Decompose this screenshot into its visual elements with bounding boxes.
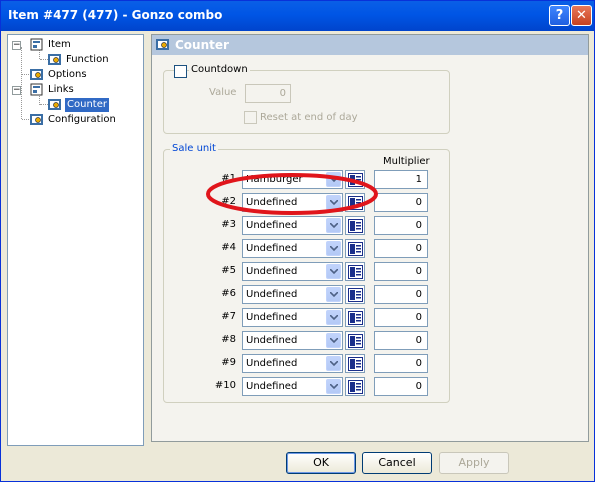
chevron-down-icon[interactable] bbox=[326, 356, 341, 371]
panel-body: Countdown Value 0 Reset at end of day Sa… bbox=[152, 55, 588, 441]
reset-checkbox[interactable] bbox=[244, 111, 257, 124]
sale-unit-number: #10 bbox=[214, 380, 236, 391]
list-icon[interactable] bbox=[345, 262, 365, 281]
settings-icon bbox=[156, 39, 169, 50]
navigation-tree: − Item Function Options − Links Counter … bbox=[7, 34, 144, 446]
sale-unit-number: #3 bbox=[221, 219, 236, 230]
sale-unit-value: Undefined bbox=[246, 381, 298, 392]
sale-unit-combo[interactable]: Undefined bbox=[242, 377, 343, 396]
sale-unit-row: #7 Undefined 0 bbox=[164, 308, 449, 328]
tree-label-configuration: Configuration bbox=[48, 114, 116, 125]
multiplier-field[interactable]: 0 bbox=[374, 239, 428, 258]
sale-unit-value: Undefined bbox=[246, 312, 298, 323]
multiplier-field[interactable]: 0 bbox=[374, 285, 428, 304]
sale-unit-value: Undefined bbox=[246, 289, 298, 300]
multiplier-field[interactable]: 0 bbox=[374, 216, 428, 235]
sale-unit-row: #3 Undefined 0 bbox=[164, 216, 449, 236]
close-button[interactable]: ✕ bbox=[571, 5, 592, 26]
chevron-down-icon[interactable] bbox=[326, 333, 341, 348]
panel-header: Counter bbox=[152, 35, 588, 55]
settings-icon bbox=[30, 114, 43, 125]
value-label: Value bbox=[209, 87, 237, 98]
settings-icon bbox=[48, 99, 61, 110]
title-bar[interactable]: Item #477 (477) - Gonzo combo ? ✕ bbox=[1, 1, 594, 31]
multiplier-field[interactable]: 0 bbox=[374, 377, 428, 396]
sale-unit-row: #10 Undefined 0 bbox=[164, 377, 449, 397]
sale-unit-value: Undefined bbox=[246, 358, 298, 369]
sale-unit-row: #6 Undefined 0 bbox=[164, 285, 449, 305]
list-icon[interactable] bbox=[345, 239, 365, 258]
settings-icon bbox=[48, 54, 61, 65]
dialog-window: Item #477 (477) - Gonzo combo ? ✕ − Item… bbox=[0, 0, 595, 482]
sale-unit-label: Sale unit bbox=[170, 143, 218, 154]
sale-unit-combo[interactable]: Undefined bbox=[242, 354, 343, 373]
window-title: Item #477 (477) - Gonzo combo bbox=[8, 8, 223, 22]
panel-title: Counter bbox=[175, 38, 229, 52]
sale-unit-value: Undefined bbox=[246, 335, 298, 346]
multiplier-field[interactable]: 0 bbox=[374, 262, 428, 281]
tree-label-function: Function bbox=[66, 54, 109, 65]
multiplier-header: Multiplier bbox=[383, 156, 430, 167]
settings-icon bbox=[30, 69, 43, 80]
item-icon bbox=[30, 38, 43, 51]
countdown-group: Countdown Value 0 Reset at end of day bbox=[163, 64, 450, 134]
sale-unit-combo[interactable]: Undefined bbox=[242, 331, 343, 350]
chevron-down-icon[interactable] bbox=[326, 264, 341, 279]
chevron-down-icon[interactable] bbox=[326, 379, 341, 394]
collapse-icon[interactable]: − bbox=[12, 41, 21, 50]
tree-label-links: Links bbox=[48, 84, 74, 95]
multiplier-field[interactable]: 0 bbox=[374, 308, 428, 327]
counter-panel: Counter Countdown Value 0 Reset at end o… bbox=[151, 34, 589, 442]
list-icon[interactable] bbox=[345, 354, 365, 373]
multiplier-field[interactable]: 0 bbox=[374, 331, 428, 350]
tree-label-counter: Counter bbox=[65, 98, 109, 112]
ok-button[interactable]: OK bbox=[286, 452, 356, 474]
countdown-label: Countdown bbox=[189, 64, 250, 75]
sale-unit-row: #5 Undefined 0 bbox=[164, 262, 449, 282]
chevron-down-icon[interactable] bbox=[326, 241, 341, 256]
tree-label-item: Item bbox=[48, 39, 71, 50]
list-icon[interactable] bbox=[345, 308, 365, 327]
chevron-down-icon[interactable] bbox=[326, 287, 341, 302]
sale-unit-row: #8 Undefined 0 bbox=[164, 331, 449, 351]
sale-unit-number: #6 bbox=[221, 288, 236, 299]
sale-unit-number: #8 bbox=[221, 334, 236, 345]
sale-unit-value: Undefined bbox=[246, 243, 298, 254]
chevron-down-icon[interactable] bbox=[326, 218, 341, 233]
sale-unit-combo[interactable]: Undefined bbox=[242, 239, 343, 258]
sale-unit-number: #5 bbox=[221, 265, 236, 276]
multiplier-field[interactable]: 0 bbox=[374, 354, 428, 373]
sale-unit-combo[interactable]: Undefined bbox=[242, 285, 343, 304]
sale-unit-row: #4 Undefined 0 bbox=[164, 239, 449, 259]
links-icon bbox=[30, 83, 43, 96]
sale-unit-value: Undefined bbox=[246, 266, 298, 277]
collapse-icon[interactable]: − bbox=[12, 86, 21, 95]
sale-unit-combo[interactable]: Undefined bbox=[242, 262, 343, 281]
sale-unit-row: #9 Undefined 0 bbox=[164, 354, 449, 374]
list-icon[interactable] bbox=[345, 377, 365, 396]
multiplier-field[interactable]: 1 bbox=[374, 170, 428, 189]
highlight-ring bbox=[206, 173, 378, 215]
sale-unit-number: #4 bbox=[221, 242, 236, 253]
cancel-button[interactable]: Cancel bbox=[362, 452, 432, 474]
sale-unit-combo[interactable]: Undefined bbox=[242, 216, 343, 235]
sale-unit-combo[interactable]: Undefined bbox=[242, 308, 343, 327]
sale-unit-number: #7 bbox=[221, 311, 236, 322]
countdown-checkbox[interactable] bbox=[174, 65, 187, 78]
list-icon[interactable] bbox=[345, 285, 365, 304]
list-icon[interactable] bbox=[345, 331, 365, 350]
sale-unit-value: Undefined bbox=[246, 220, 298, 231]
sale-unit-number: #9 bbox=[221, 357, 236, 368]
tree-label-options: Options bbox=[48, 69, 87, 80]
help-button[interactable]: ? bbox=[549, 5, 570, 26]
chevron-down-icon[interactable] bbox=[326, 310, 341, 325]
value-field[interactable]: 0 bbox=[245, 84, 291, 103]
list-icon[interactable] bbox=[345, 216, 365, 235]
reset-label: Reset at end of day bbox=[260, 112, 358, 123]
multiplier-field[interactable]: 0 bbox=[374, 193, 428, 212]
apply-button[interactable]: Apply bbox=[439, 452, 509, 474]
